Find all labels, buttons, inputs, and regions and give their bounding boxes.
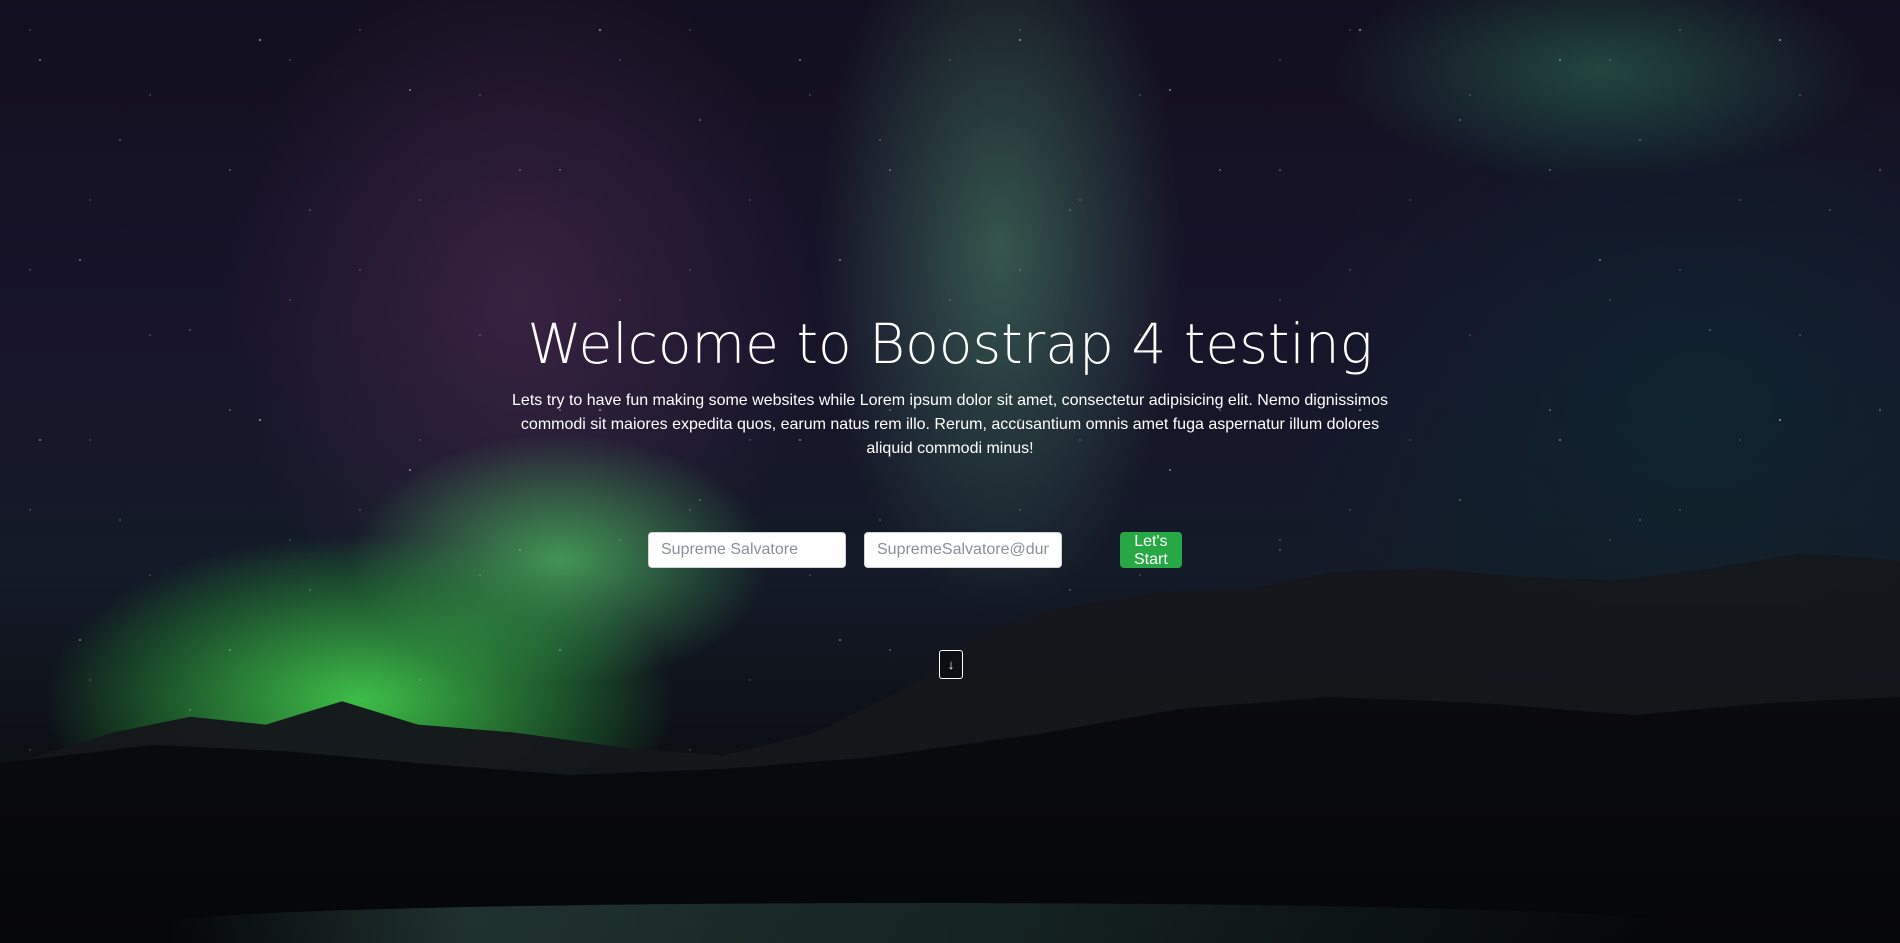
scroll-down-glyph: ↓	[947, 657, 955, 672]
hero-section: Welcome to Boostrap 4 testing Lets try t…	[0, 0, 1900, 943]
page-title: Welcome to Boostrap 4 testing	[527, 312, 1373, 376]
lake-reflection	[170, 903, 1670, 943]
name-input[interactable]	[648, 532, 846, 568]
hero-lead-text: Lets try to have fun making some website…	[512, 392, 1388, 457]
email-input[interactable]	[864, 532, 1062, 568]
lets-start-button[interactable]: Let's Start	[1120, 532, 1182, 568]
arrow-down-icon[interactable]: ↓	[939, 650, 963, 679]
